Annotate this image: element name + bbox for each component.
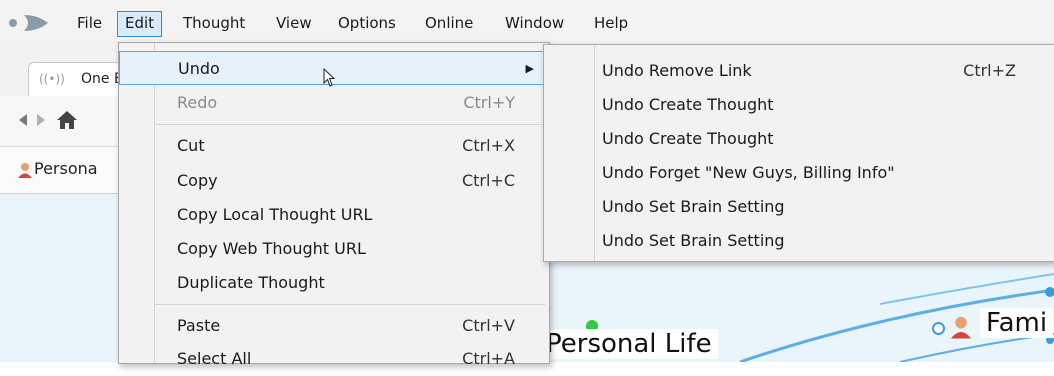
menu-item-paste[interactable]: Paste Ctrl+V	[119, 309, 549, 343]
shortcut-label: Ctrl+C	[461, 171, 515, 190]
menu-item-label: Paste	[177, 316, 221, 335]
shortcut-label: Ctrl+Y	[463, 93, 515, 112]
menu-item-label: Copy Local Thought URL	[177, 205, 373, 224]
menu-item-label: Duplicate Thought	[177, 273, 325, 292]
menu-item-redo[interactable]: Redo Ctrl+Y	[119, 86, 549, 120]
menu-help[interactable]: Help	[594, 11, 628, 35]
menu-item-undo-set-brain-setting[interactable]: Undo Set Brain Setting	[544, 224, 1054, 258]
menu-item-undo-create-thought[interactable]: Undo Create Thought	[544, 122, 1054, 156]
menu-item-label: Copy Web Thought URL	[177, 239, 366, 258]
app-logo-icon[interactable]	[8, 11, 60, 35]
menu-item-label: Undo Forget "New Guys, Billing Info"	[602, 163, 895, 182]
menu-window[interactable]: Window	[505, 11, 564, 35]
home-icon[interactable]	[56, 110, 78, 130]
mouse-cursor-icon	[323, 68, 336, 87]
menu-item-undo-set-brain-setting[interactable]: Undo Set Brain Setting	[544, 190, 1054, 224]
edit-menu: Undo ▶ Redo Ctrl+Y Cut Ctrl+X Copy Ctrl+…	[118, 42, 550, 368]
menu-item-undo-remove-link[interactable]: Undo Remove Link Ctrl+Z	[544, 54, 1054, 88]
menu-item-label: Undo Set Brain Setting	[602, 231, 785, 250]
person-icon	[950, 316, 972, 339]
menu-item-label: Copy	[177, 171, 218, 190]
menu-item-label: Undo Create Thought	[602, 129, 774, 148]
menu-item-copy-local-url[interactable]: Copy Local Thought URL	[119, 198, 549, 232]
menu-separator	[155, 304, 545, 305]
menu-item-copy-web-url[interactable]: Copy Web Thought URL	[119, 232, 549, 266]
menu-file[interactable]: File	[77, 11, 102, 35]
menu-thought[interactable]: Thought	[183, 11, 245, 35]
menu-item-label: Cut	[177, 136, 205, 155]
menu-item-label: Undo Remove Link	[602, 61, 752, 80]
menu-edit[interactable]: Edit	[117, 11, 163, 37]
shortcut-label: Ctrl+A	[462, 349, 515, 368]
thought-node-family[interactable]: Fami	[980, 308, 1054, 338]
menu-item-undo-create-thought[interactable]: Undo Create Thought	[544, 88, 1054, 122]
tab-brain[interactable]: ((•)) One B	[28, 62, 130, 97]
menu-bar: File Edit Thought View Options Online Wi…	[0, 0, 1054, 42]
shortcut-label: Ctrl+V	[462, 316, 515, 335]
shortcut-label: Ctrl+Z	[963, 61, 1016, 80]
node-connector-icon[interactable]	[932, 322, 945, 335]
menu-item-label: Undo Set Brain Setting	[602, 197, 785, 216]
menu-item-cut[interactable]: Cut Ctrl+X	[119, 129, 549, 163]
menu-options[interactable]: Options	[338, 11, 396, 35]
forward-icon[interactable]	[35, 113, 47, 127]
back-icon[interactable]	[17, 113, 29, 127]
menu-item-label: Redo	[177, 93, 218, 112]
submenu-arrow-icon: ▶	[525, 62, 534, 75]
menu-view[interactable]: View	[276, 11, 312, 35]
menu-separator	[155, 124, 545, 125]
thought-node-personal-life[interactable]: Personal Life	[540, 329, 718, 359]
menu-item-select-all[interactable]: Select All Ctrl+A	[119, 342, 549, 376]
undo-submenu: Undo Remove Link Ctrl+Z Undo Create Thou…	[543, 44, 1054, 262]
menu-item-duplicate-thought[interactable]: Duplicate Thought	[119, 266, 549, 300]
menu-item-label: Undo Create Thought	[602, 95, 774, 114]
menu-item-label: Select All	[177, 349, 252, 368]
menu-online[interactable]: Online	[425, 11, 473, 35]
shortcut-label: Ctrl+X	[462, 136, 515, 155]
menu-item-label: Undo	[178, 59, 220, 78]
broadcast-icon: ((•))	[39, 72, 65, 86]
menu-item-copy[interactable]: Copy Ctrl+C	[119, 164, 549, 198]
person-icon	[18, 163, 32, 178]
menu-item-undo-forget[interactable]: Undo Forget "New Guys, Billing Info"	[544, 156, 1054, 190]
breadcrumb-label[interactable]: Persona	[34, 159, 98, 178]
